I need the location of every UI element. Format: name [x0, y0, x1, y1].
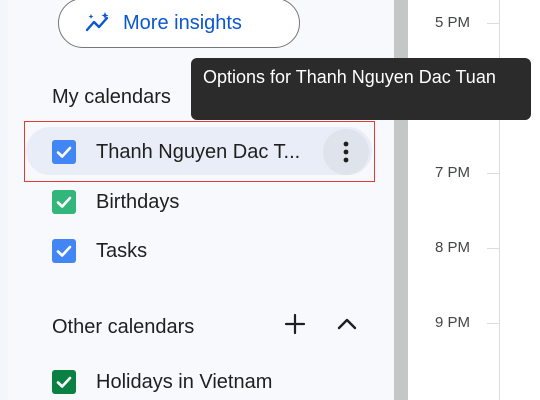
insights-icon: [85, 12, 109, 32]
time-label: 5 PM: [435, 14, 471, 31]
more-insights-button[interactable]: More insights: [58, 0, 300, 48]
selection-highlight-box: [24, 121, 375, 182]
checkbox-checked-icon[interactable]: [52, 190, 76, 214]
time-label: 9 PM: [435, 314, 471, 331]
more-insights-label: More insights: [123, 11, 242, 34]
hour-gridline: [487, 173, 499, 174]
options-tooltip: Options for Thanh Nguyen Dac Tuan: [191, 58, 531, 120]
hour-gridline: [487, 248, 499, 249]
hour-gridline: [487, 323, 499, 324]
other-calendars-heading: Other calendars: [52, 316, 195, 338]
calendar-item-birthdays[interactable]: Birthdays: [52, 186, 179, 218]
time-label: 7 PM: [435, 164, 471, 181]
window-edge: [0, 0, 8, 400]
calendar-item-label: Tasks: [96, 239, 148, 262]
plus-icon[interactable]: [284, 313, 306, 339]
calendar-item-label: Birthdays: [96, 190, 180, 213]
time-label: 8 PM: [435, 239, 471, 256]
checkbox-checked-icon[interactable]: [52, 370, 76, 394]
calendar-item-holidays[interactable]: Holidays in Vietnam: [52, 366, 272, 398]
calendar-item-tasks[interactable]: Tasks: [52, 235, 147, 267]
hour-gridline: [487, 23, 499, 24]
chevron-up-icon[interactable]: [336, 313, 358, 339]
my-calendars-heading: My calendars: [52, 86, 171, 108]
checkbox-checked-icon[interactable]: [52, 239, 76, 263]
calendar-item-label: Holidays in Vietnam: [96, 370, 273, 393]
